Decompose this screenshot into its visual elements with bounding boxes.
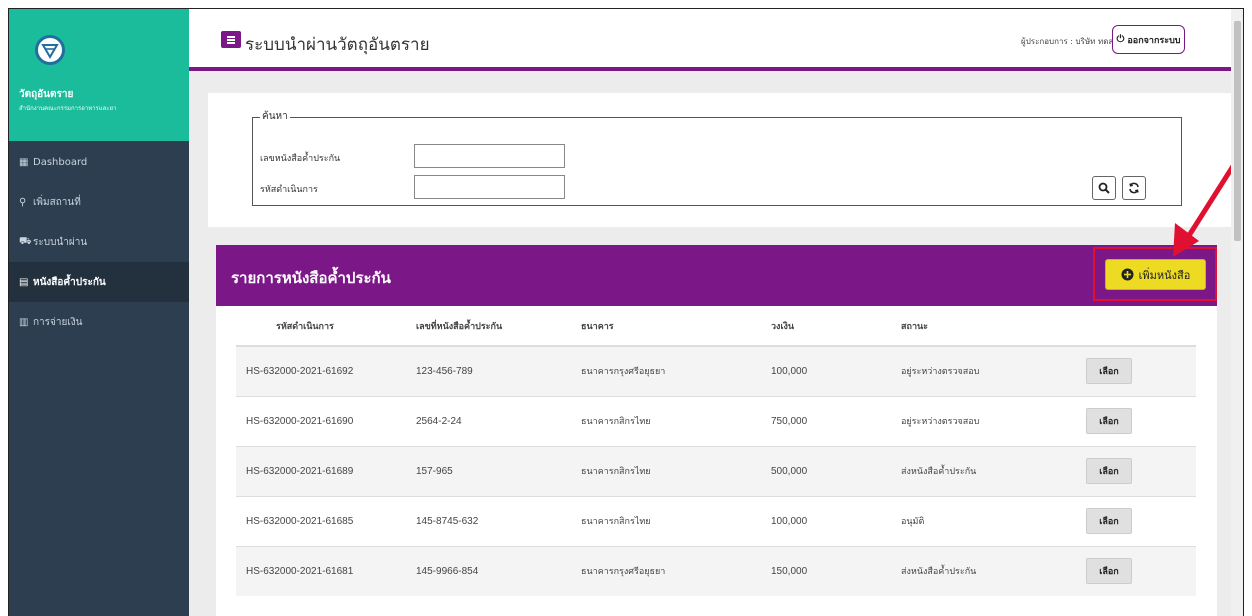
cell-bank: ธนาคารกรุงศรีอยุธยา	[561, 545, 771, 596]
column-header-guarantee: เลขที่หนังสือค้ำประกัน	[411, 306, 561, 347]
cell-code: HS-632000-2021-61689	[236, 445, 411, 496]
column-header-bank: ธนาคาร	[561, 306, 771, 347]
cell-amount: 100,000	[771, 345, 871, 396]
table-row: HS-632000-2021-61685 145-8745-632 ธนาคารกส…	[236, 495, 1196, 546]
cell-code: HS-632000-2021-61690	[236, 395, 411, 446]
guarantee-number-input[interactable]	[414, 144, 565, 168]
column-header-status: สถานะ	[871, 306, 1086, 347]
scroll-thumb[interactable]	[1234, 21, 1241, 241]
top-header: ระบบนำผ่านวัตถุอันตราย ผู้ประกอบการ : บร…	[189, 9, 1243, 71]
cell-bank: ธนาคารกรุงศรีอยุธยา	[561, 345, 771, 396]
book-icon: ▤	[19, 276, 29, 288]
table-row: HS-632000-2021-61692 123-456-789 ธนาคารกรุ…	[236, 345, 1196, 396]
sidebar-item-label: เพิ่มสถานที่	[33, 196, 81, 208]
power-icon: ⏻	[1116, 34, 1125, 45]
sidebar-item-label: ระบบนำผ่าน	[33, 236, 88, 248]
cell-guarantee-number: 145-9966-854	[411, 545, 561, 596]
cell-status: อยู่ระหว่างตรวจสอบ	[871, 395, 1086, 446]
cell-code: HS-632000-2021-61685	[236, 495, 411, 546]
operation-code-label: รหัสดำเนินการ	[260, 185, 318, 195]
cell-amount: 100,000	[771, 495, 871, 546]
search-legend: ค้นหา	[260, 109, 290, 124]
cell-action: เลือก	[1086, 445, 1196, 496]
add-guarantee-label: เพิ่มหนังสือ	[1138, 268, 1191, 282]
guarantee-table-area: รหัสดำเนินการ เลขที่หนังสือค้ำประกัน ธนา…	[216, 306, 1217, 616]
brand-title: วัตถุอันตราย	[19, 89, 74, 100]
add-guarantee-button[interactable]: เพิ่มหนังสือ	[1105, 259, 1206, 290]
cell-guarantee-number: 145-8745-632	[411, 495, 561, 546]
refresh-icon	[1129, 182, 1139, 194]
brand-area: วัตถุอันตราย สำนักงานคณะกรรมการอาหารและย…	[9, 9, 189, 141]
sidebar-item-label: หนังสือค้ำประกัน	[33, 276, 106, 288]
operation-code-input[interactable]	[414, 175, 565, 199]
cell-status: อยู่ระหว่างตรวจสอบ	[871, 345, 1086, 396]
menu-toggle-button[interactable]	[221, 31, 241, 48]
scrollbar[interactable]	[1231, 9, 1243, 616]
cell-action: เลือก	[1086, 495, 1196, 546]
cell-amount: 150,000	[771, 545, 871, 596]
table-row: HS-632000-2021-61690 2564-2-24 ธนาคารกสิกร…	[236, 395, 1196, 446]
search-button[interactable]	[1092, 176, 1116, 200]
guarantee-number-label: เลขหนังสือค้ำประกัน	[260, 154, 341, 164]
dashboard-icon: ▦	[19, 156, 29, 168]
table-row: HS-632000-2021-61689 157-965 ธนาคารกสิกรไท…	[236, 445, 1196, 496]
sidebar-item-dashboard[interactable]: ▦ Dashboard	[9, 142, 189, 182]
cell-bank: ธนาคารกสิกรไทย	[561, 445, 771, 496]
cell-guarantee-number: 123-456-789	[411, 345, 561, 396]
select-button[interactable]: เลือก	[1086, 408, 1132, 434]
logout-button[interactable]: ⏻ ออกจากระบบ	[1112, 25, 1185, 54]
app-window: วัตถุอันตราย สำนักงานคณะกรรมการอาหารและย…	[8, 8, 1244, 616]
cell-guarantee-number: 157-965	[411, 445, 561, 496]
brand-subtitle: สำนักงานคณะกรรมการอาหารและยา	[19, 105, 117, 112]
sidebar-item-add-location[interactable]: ⚲ เพิ่มสถานที่	[9, 182, 189, 222]
cell-code: HS-632000-2021-61692	[236, 345, 411, 396]
cell-code: HS-632000-2021-61681	[236, 545, 411, 596]
guarantee-list-header: รายการหนังสือค้ำประกัน เพิ่มหนังสือ	[216, 245, 1217, 306]
cell-guarantee-number: 2564-2-24	[411, 395, 561, 446]
truck-icon: ⛟	[19, 235, 32, 247]
select-button[interactable]: เลือก	[1086, 358, 1132, 385]
map-marker-icon: ⚲	[19, 196, 27, 208]
table-header-row: รหัสดำเนินการ เลขที่หนังสือค้ำประกัน ธนา…	[236, 306, 1196, 347]
sidebar-item-transit-system[interactable]: ⛟ ระบบนำผ่าน	[9, 222, 189, 262]
cell-status: ส่งหนังสือค้ำประกัน	[871, 545, 1086, 596]
list-title: รายการหนังสือค้ำประกัน	[231, 269, 391, 287]
column-header-code: รหัสดำเนินการ	[236, 306, 411, 347]
cell-amount: 750,000	[771, 395, 871, 446]
reset-button[interactable]	[1122, 176, 1146, 200]
sidebar-item-label: Dashboard	[33, 156, 88, 168]
money-icon: ▥	[19, 316, 29, 328]
app-title: ระบบนำผ่านวัตถุอันตราย	[245, 35, 430, 55]
cell-amount: 500,000	[771, 445, 871, 496]
cell-action: เลือก	[1086, 395, 1196, 446]
search-panel: ค้นหา เลขหนังสือค้ำประกัน รหัสดำเนินการ	[208, 93, 1238, 227]
logout-label: ออกจากระบบ	[1127, 35, 1181, 46]
search-icon	[1098, 182, 1110, 194]
guarantee-table: รหัสดำเนินการ เลขที่หนังสือค้ำประกัน ธนา…	[236, 306, 1196, 596]
cell-status: อนุมัติ	[871, 495, 1086, 546]
search-fieldset	[252, 117, 1182, 206]
select-button[interactable]: เลือก	[1086, 558, 1132, 585]
plus-circle-icon	[1121, 268, 1134, 281]
sidebar-menu: ▦ Dashboard ⚲ เพิ่มสถานที่ ⛟ ระบบนำผ่าน …	[9, 142, 189, 342]
sidebar-item-guarantee[interactable]: ▤ หนังสือค้ำประกัน	[9, 262, 189, 302]
select-button[interactable]: เลือก	[1086, 508, 1132, 534]
table-row: HS-632000-2021-61681 145-9966-854 ธนาคารกร…	[236, 545, 1196, 596]
cell-bank: ธนาคารกสิกรไทย	[561, 395, 771, 446]
cell-status: ส่งหนังสือค้ำประกัน	[871, 445, 1086, 496]
cell-action: เลือก	[1086, 345, 1196, 396]
cell-action: เลือก	[1086, 545, 1196, 596]
sidebar: วัตถุอันตราย สำนักงานคณะกรรมการอาหารและย…	[9, 9, 189, 616]
column-header-action	[1086, 306, 1196, 347]
logo-icon	[35, 35, 65, 65]
sidebar-item-label: การจ่ายเงิน	[33, 316, 83, 328]
cell-bank: ธนาคารกสิกรไทย	[561, 495, 771, 546]
select-button[interactable]: เลือก	[1086, 458, 1132, 484]
sidebar-item-payment[interactable]: ▥ การจ่ายเงิน	[9, 302, 189, 342]
column-header-amount: วงเงิน	[771, 306, 871, 347]
